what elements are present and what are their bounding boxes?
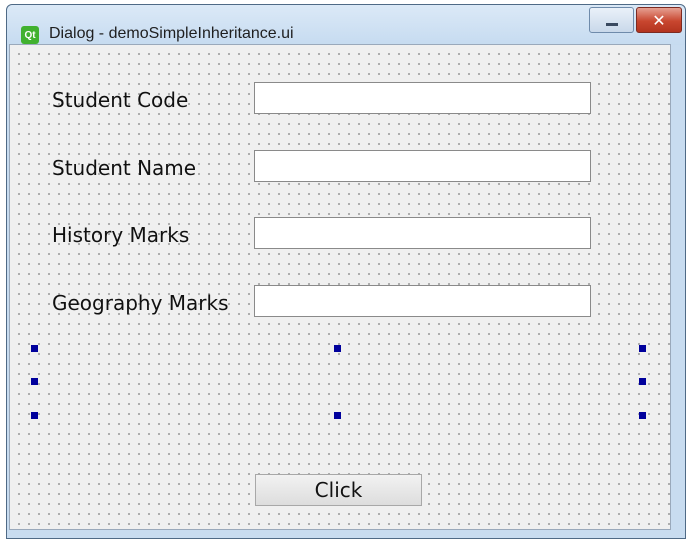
selection-handle[interactable] — [31, 412, 38, 419]
student-code-label: Student Code — [52, 88, 189, 112]
selection-handle[interactable] — [639, 412, 646, 419]
student-code-field[interactable] — [254, 82, 591, 114]
selection-handle[interactable] — [31, 378, 38, 385]
history-marks-field[interactable] — [254, 217, 591, 249]
click-button[interactable]: Click — [255, 474, 422, 506]
minimize-icon — [605, 22, 618, 26]
window-title: Dialog - demoSimpleInheritance.ui — [49, 25, 294, 42]
close-button[interactable]: ✕ — [636, 7, 682, 33]
close-icon: ✕ — [652, 10, 666, 30]
qt-logo-icon: Qt — [21, 26, 39, 44]
geography-marks-field[interactable] — [254, 285, 591, 317]
selection-handle[interactable] — [639, 378, 646, 385]
history-marks-label: History Marks — [52, 223, 190, 247]
student-name-field[interactable] — [254, 150, 591, 182]
selection-handle[interactable] — [639, 345, 646, 352]
qt-logo-text: Qt — [24, 29, 36, 41]
selection-handle[interactable] — [334, 412, 341, 419]
selection-handle[interactable] — [334, 345, 341, 352]
selection-handle[interactable] — [31, 345, 38, 352]
student-name-label: Student Name — [52, 156, 197, 180]
minimize-button[interactable] — [589, 7, 634, 33]
title-bar[interactable]: Qt Dialog - demoSimpleInheritance.ui ✕ — [7, 5, 685, 45]
click-button-label: Click — [314, 478, 363, 502]
geography-marks-label: Geography Marks — [52, 291, 229, 315]
